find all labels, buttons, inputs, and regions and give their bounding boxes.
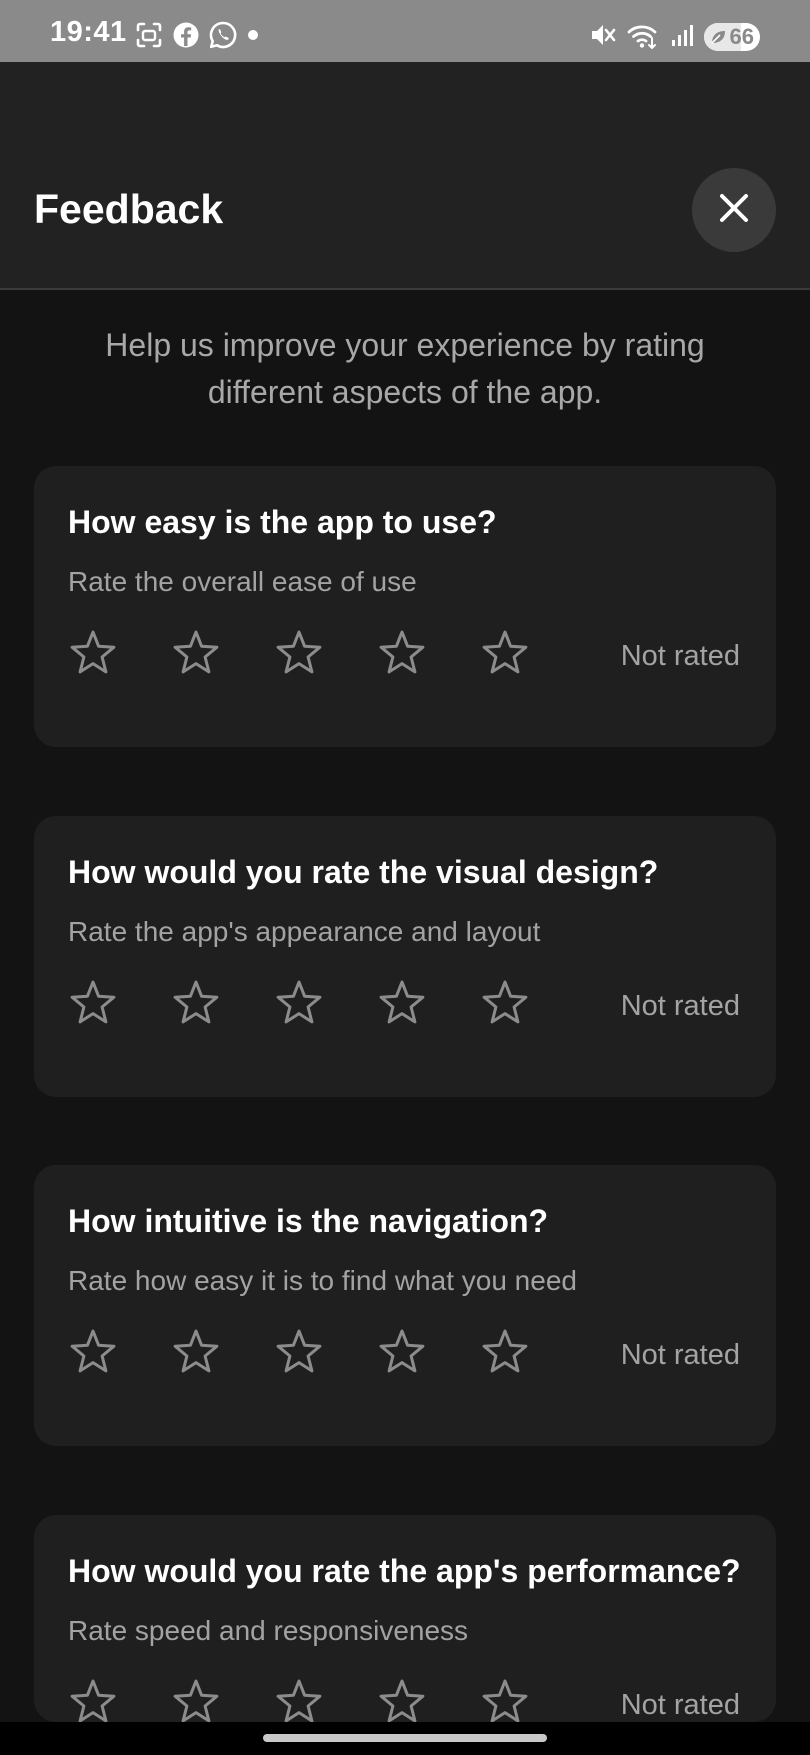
star-button-4[interactable] — [377, 1329, 427, 1379]
star-outline-icon — [274, 628, 324, 683]
star-outline-icon — [171, 1327, 221, 1382]
battery-indicator: 66 — [704, 23, 760, 51]
star-rating — [68, 630, 530, 680]
star-outline-icon — [377, 1677, 427, 1723]
rating-status: Not rated — [620, 640, 740, 672]
rating-card-visual-design: How would you rate the visual design? Ra… — [34, 816, 776, 1097]
star-rating — [68, 1679, 530, 1722]
signal-icon — [670, 20, 694, 55]
header: Feedback — [0, 62, 810, 290]
star-button-3[interactable] — [274, 1679, 324, 1722]
rating-card-performance: How would you rate the app's performance… — [34, 1515, 776, 1722]
star-outline-icon — [171, 628, 221, 683]
dot-icon — [246, 20, 260, 55]
star-outline-icon — [480, 1327, 530, 1382]
facebook-icon — [172, 21, 200, 54]
card-subtitle: Rate how easy it is to find what you nee… — [68, 1265, 577, 1296]
star-outline-icon — [480, 1677, 530, 1723]
star-button-5[interactable] — [480, 630, 530, 680]
star-button-1[interactable] — [68, 1679, 118, 1722]
status-bar: 19:41 66 — [0, 0, 810, 62]
card-title: How easy is the app to use? — [68, 504, 497, 540]
star-outline-icon — [274, 978, 324, 1033]
intro-text: Help us improve your experience by ratin… — [105, 327, 705, 410]
star-button-2[interactable] — [171, 1329, 221, 1379]
star-outline-icon — [377, 628, 427, 683]
rating-status: Not rated — [620, 1339, 740, 1371]
card-subtitle: Rate speed and responsiveness — [68, 1615, 469, 1646]
rating-card-ease-of-use: How easy is the app to use? Rate the ove… — [34, 466, 776, 747]
star-button-4[interactable] — [377, 630, 427, 680]
star-button-1[interactable] — [68, 630, 118, 680]
star-button-2[interactable] — [171, 980, 221, 1030]
card-title: How would you rate the app's performance… — [68, 1553, 741, 1589]
star-outline-icon — [171, 978, 221, 1033]
star-outline-icon — [377, 1327, 427, 1382]
star-outline-icon — [68, 628, 118, 683]
rating-status: Not rated — [620, 990, 740, 1022]
star-button-4[interactable] — [377, 1679, 427, 1722]
battery-level: 66 — [729, 24, 754, 49]
card-title: How would you rate the visual design? — [68, 854, 659, 890]
status-right-icons: 66 — [588, 22, 760, 52]
mute-icon — [588, 20, 616, 55]
home-indicator[interactable] — [263, 1734, 547, 1742]
close-icon — [716, 190, 752, 231]
star-outline-icon — [68, 1677, 118, 1723]
close-button[interactable] — [692, 168, 776, 252]
card-subtitle: Rate the app's appearance and layout — [68, 916, 541, 947]
star-button-3[interactable] — [274, 630, 324, 680]
star-button-1[interactable] — [68, 1329, 118, 1379]
status-time: 19:41 — [50, 16, 127, 48]
wifi-icon — [626, 20, 660, 55]
rating-status: Not rated — [620, 1689, 740, 1721]
star-rating — [68, 980, 530, 1030]
star-outline-icon — [274, 1677, 324, 1723]
star-outline-icon — [171, 1677, 221, 1723]
star-button-2[interactable] — [171, 1679, 221, 1722]
card-subtitle: Rate the overall ease of use — [68, 566, 417, 597]
star-outline-icon — [68, 978, 118, 1033]
whatsapp-icon — [208, 20, 238, 55]
status-left-icons — [134, 20, 260, 55]
star-rating — [68, 1329, 530, 1379]
star-button-1[interactable] — [68, 980, 118, 1030]
page-title: Feedback — [34, 186, 224, 232]
star-outline-icon — [68, 1327, 118, 1382]
star-button-5[interactable] — [480, 1679, 530, 1722]
star-button-3[interactable] — [274, 1329, 324, 1379]
card-title: How intuitive is the navigation? — [68, 1203, 549, 1239]
star-outline-icon — [377, 978, 427, 1033]
star-outline-icon — [480, 628, 530, 683]
star-button-4[interactable] — [377, 980, 427, 1030]
star-outline-icon — [274, 1327, 324, 1382]
star-button-5[interactable] — [480, 980, 530, 1030]
star-outline-icon — [480, 978, 530, 1033]
screenshot-icon — [134, 20, 164, 55]
star-button-5[interactable] — [480, 1329, 530, 1379]
star-button-3[interactable] — [274, 980, 324, 1030]
star-button-2[interactable] — [171, 630, 221, 680]
rating-card-navigation: How intuitive is the navigation? Rate ho… — [34, 1165, 776, 1446]
